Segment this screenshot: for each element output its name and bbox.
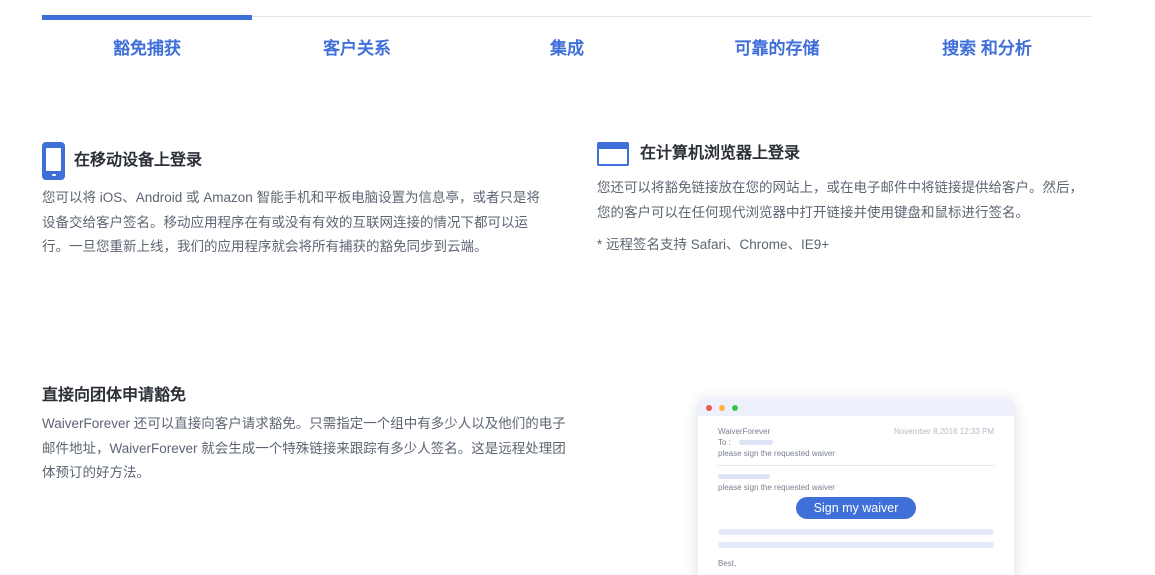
tab-active-indicator (42, 15, 252, 20)
email-date: November 8,2016 12:33 PM (893, 427, 994, 436)
email-window-titlebar (698, 399, 1014, 416)
feature-mobile-header: 在移动设备上登录 (42, 142, 542, 180)
email-closing: Best, (718, 559, 737, 568)
email-preview-card: WaiverForever November 8,2016 12:33 PM T… (698, 399, 1014, 575)
feature-browser-note: * 远程签名支持 Safari、Chrome、IE9+ (597, 237, 830, 252)
feature-mobile-body: 您可以将 iOS、Android 或 Amazon 智能手机和平板电脑设置为信息… (42, 190, 541, 254)
tab-waiver-capture[interactable]: 豁免捕获 (42, 36, 252, 62)
email-to-row: To : (718, 437, 994, 448)
tab-integrations[interactable]: 集成 (462, 36, 672, 62)
feature-mobile-signing: 在移动设备上登录 您可以将 iOS、Android 或 Amazon 智能手机和… (42, 142, 542, 260)
tab-customer-relations[interactable]: 客户关系 (252, 36, 462, 62)
feature-group-waivers: 直接向团体申请豁免 WaiverForever 还可以直接向客户请求豁免。只需指… (42, 384, 567, 486)
mobile-phone-icon (42, 142, 65, 180)
email-text-placeholder-2 (718, 542, 994, 548)
sign-waiver-button[interactable]: Sign my waiver (796, 497, 916, 519)
feature-group-title: 直接向团体申请豁免 (42, 387, 187, 404)
email-body: WaiverForever November 8,2016 12:33 PM T… (698, 416, 1014, 569)
email-text-placeholder-1 (718, 529, 994, 535)
window-maximize-dot-icon (732, 404, 738, 411)
feature-browser-title: 在计算机浏览器上登录 (640, 145, 801, 162)
feature-browser-signing: 在计算机浏览器上登录 您还可以将豁免链接放在您的网站上，或在电子邮件中将链接提供… (597, 142, 1087, 258)
feature-browser-header: 在计算机浏览器上登录 (597, 142, 1087, 166)
email-to-placeholder (738, 440, 773, 445)
window-close-dot-icon (706, 404, 712, 411)
email-greeting-placeholder (718, 474, 770, 479)
window-minimize-dot-icon (719, 404, 725, 411)
email-message-line: please sign the requested waiver (718, 483, 835, 492)
tab-search-analytics[interactable]: 搜索 和分析 (882, 36, 1092, 62)
email-to-label: To : (718, 438, 731, 447)
feature-browser-body: 您还可以将豁免链接放在您的网站上，或在电子邮件中将链接提供给客户。然后，您的客户… (597, 180, 1083, 220)
email-subject-line: please sign the requested waiver (718, 449, 835, 458)
feature-mobile-title: 在移动设备上登录 (74, 152, 203, 169)
email-divider (718, 465, 994, 466)
email-from-row: WaiverForever November 8,2016 12:33 PM (718, 426, 994, 437)
browser-window-icon (597, 142, 629, 166)
email-from: WaiverForever (718, 427, 771, 436)
tab-reliable-storage[interactable]: 可靠的存储 (672, 36, 882, 62)
feature-tabs: 豁免捕获 客户关系 集成 可靠的存储 搜索 和分析 (42, 36, 1092, 62)
feature-group-body: WaiverForever 还可以直接向客户请求豁免。只需指定一个组中有多少人以… (42, 416, 566, 480)
